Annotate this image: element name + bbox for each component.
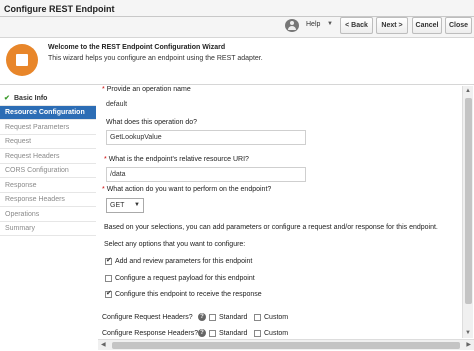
wizard-steps: ✔ Basic Info Resource Configuration Reque… (0, 92, 96, 351)
action-label: * What action do you want to perform on … (102, 186, 272, 193)
step-label: Basic Info (14, 95, 48, 102)
action-select[interactable]: GET ▼ (106, 198, 144, 213)
step-response-headers[interactable]: Response Headers (0, 193, 96, 207)
select-options-label: Select any options that you want to conf… (104, 241, 246, 248)
operation-name-value: default (106, 101, 128, 108)
add-parameters-checkbox[interactable] (105, 256, 112, 265)
operation-name-label-partial: * Provide an operation name (102, 86, 191, 93)
response-custom-label: Custom (264, 330, 289, 337)
response-standard-checkbox[interactable] (209, 330, 216, 337)
chevron-down-icon: ▼ (134, 202, 140, 208)
step-response[interactable]: Response (0, 179, 96, 193)
next-button[interactable]: Next > (376, 17, 408, 34)
operation-purpose-label: What does this operation do? (106, 119, 198, 126)
step-request-parameters[interactable]: Request Parameters (0, 121, 96, 135)
cancel-button[interactable]: Cancel (412, 17, 442, 34)
response-standard-label: Standard (219, 330, 248, 337)
help-icon[interactable]: ? (198, 329, 206, 337)
scroll-right-icon[interactable]: ▶ (466, 341, 471, 348)
vertical-scrollbar[interactable]: ▲ ▼ (462, 86, 473, 338)
help-icon[interactable]: ? (198, 313, 206, 321)
scroll-left-icon[interactable]: ◀ (101, 341, 106, 348)
vertical-scroll-thumb[interactable] (465, 98, 472, 304)
horizontal-scrollbar[interactable]: ◀ ▶ (98, 339, 474, 350)
request-payload-label: Configure a request payload for this end… (115, 275, 255, 282)
close-button[interactable]: Close (445, 17, 472, 34)
page-title: Configure REST Endpoint (4, 4, 115, 14)
selection-info-text: Based on your selections, you can add pa… (104, 224, 438, 231)
request-standard-checkbox[interactable] (209, 314, 216, 321)
checkmark-icon: ✔ (4, 95, 10, 102)
step-cors-configuration[interactable]: CORS Configuration (0, 164, 96, 178)
scroll-down-icon[interactable]: ▼ (465, 330, 471, 336)
chevron-down-icon[interactable]: ▼ (327, 21, 333, 27)
step-operations[interactable]: Operations (0, 208, 96, 222)
request-payload-checkbox[interactable] (105, 275, 112, 282)
request-custom-label: Custom (264, 314, 289, 321)
banner-title: Welcome to the REST Endpoint Configurati… (48, 44, 226, 51)
step-summary[interactable]: Summary (0, 222, 96, 236)
back-button[interactable]: < Back (340, 17, 373, 34)
receive-response-label: Configure this endpoint to receive the r… (115, 291, 262, 298)
operation-purpose-input[interactable]: GetLookupValue (106, 130, 306, 145)
request-standard-label: Standard (219, 314, 248, 321)
step-basic-info[interactable]: ✔ Basic Info (0, 92, 96, 106)
receive-response-checkbox[interactable] (105, 289, 112, 298)
help-menu[interactable]: Help (306, 21, 320, 28)
rest-adapter-icon (6, 44, 38, 76)
step-request[interactable]: Request (0, 135, 96, 149)
step-resource-configuration[interactable]: Resource Configuration (0, 106, 96, 120)
form-panel: * Provide an operation name default What… (98, 85, 462, 341)
response-headers-label: Configure Response Headers? (102, 330, 199, 337)
request-custom-checkbox[interactable] (254, 314, 261, 321)
resource-uri-label: * What is the endpoint's relative resour… (104, 156, 249, 163)
horizontal-scroll-thumb[interactable] (112, 342, 460, 349)
resource-uri-input[interactable]: /data (106, 167, 306, 182)
step-request-headers[interactable]: Request Headers (0, 150, 96, 164)
response-custom-checkbox[interactable] (254, 330, 261, 337)
scroll-up-icon[interactable]: ▲ (465, 88, 471, 94)
user-icon[interactable] (285, 19, 299, 32)
request-headers-label: Configure Request Headers? (102, 314, 193, 321)
add-parameters-label: Add and review parameters for this endpo… (115, 258, 253, 265)
banner-description: This wizard helps you configure an endpo… (48, 55, 263, 62)
